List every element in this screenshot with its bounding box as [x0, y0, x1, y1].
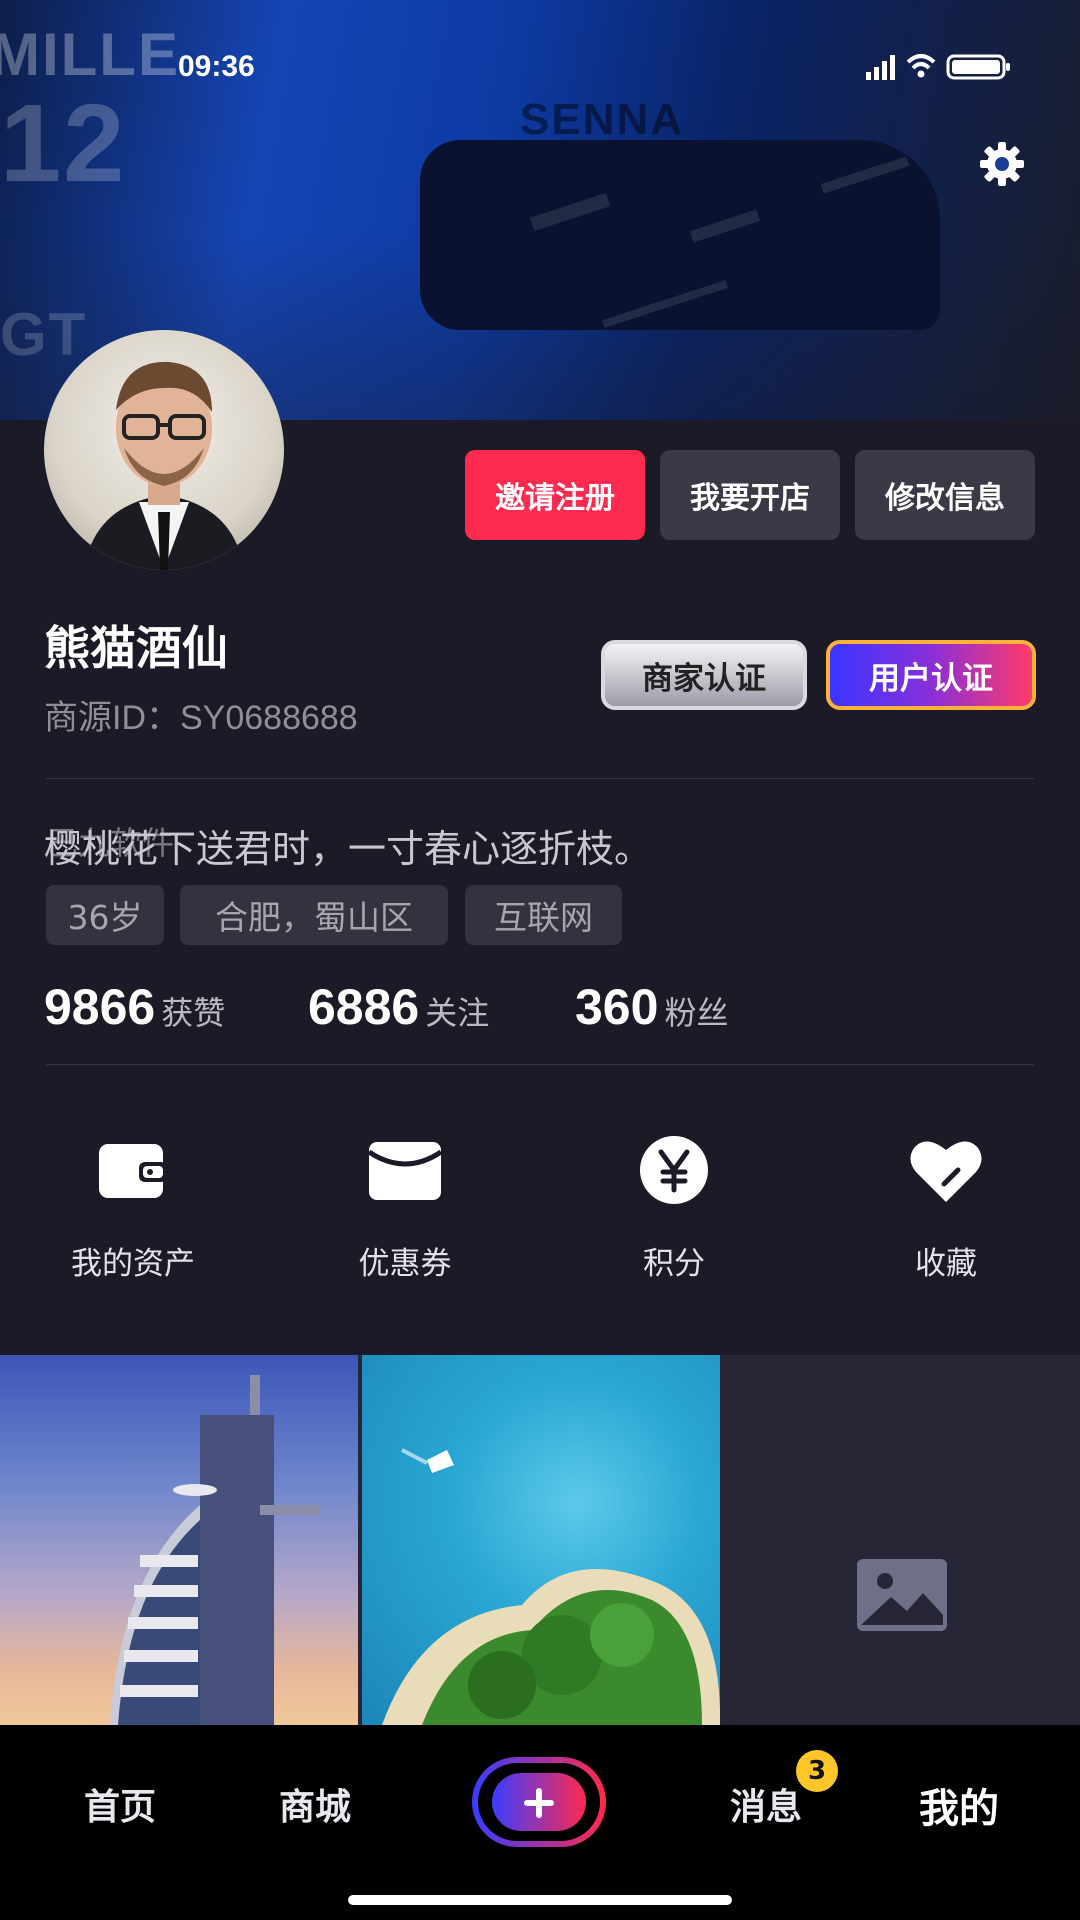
user-portrait [84, 361, 244, 570]
status-time: 09:36 [178, 50, 255, 83]
quick-action-assets-label: 我的资产 [71, 1246, 195, 1282]
create-post-button[interactable] [472, 1757, 606, 1847]
tab-mine[interactable]: 我的 [919, 1776, 999, 1834]
merchant-cert-button[interactable]: 商家认证 [601, 640, 807, 710]
image-placeholder-icon [857, 1559, 947, 1631]
cover-word-senna: SENNA [520, 95, 685, 144]
gallery-photo-burj[interactable] [0, 1355, 358, 1725]
user-cert-button[interactable]: 用户认证 [826, 640, 1036, 710]
stat-followers-value: 360 [575, 979, 659, 1035]
photo-gallery [0, 1355, 1080, 1725]
quick-action-points-label: 积分 [643, 1246, 705, 1282]
stat-likes[interactable]: 9866 获赞 [44, 978, 225, 1036]
divider [46, 778, 1034, 779]
quick-action-favorites-label: 收藏 [915, 1246, 977, 1282]
quick-action-coupons-label: 优惠券 [358, 1246, 452, 1282]
burj-al-arab-photo [110, 1375, 320, 1725]
home-indicator [348, 1895, 732, 1905]
message-badge: 3 [796, 1750, 838, 1792]
avatar[interactable] [44, 330, 284, 570]
stat-followers-label: 粉丝 [664, 994, 729, 1032]
stat-following-label: 关注 [425, 994, 490, 1032]
tag-industry: 互联网 [465, 885, 622, 945]
divider [46, 1064, 1034, 1065]
stat-following[interactable]: 6886 关注 [308, 978, 489, 1036]
user-name: 熊猫酒仙 [44, 621, 228, 675]
wallet-icon [99, 1144, 167, 1198]
quick-action-assets[interactable]: 我的资产 [33, 1130, 233, 1283]
gear-icon [980, 142, 1024, 186]
settings-button[interactable] [978, 140, 1026, 188]
tag-location: 合肥，蜀山区 [180, 885, 448, 945]
tab-home[interactable]: 首页 [84, 1778, 156, 1830]
invite-register-button[interactable]: 邀请注册 [465, 450, 645, 540]
plus-icon [472, 1757, 606, 1847]
cover-word-number: 12 [0, 82, 127, 205]
stat-followers[interactable]: 360 粉丝 [575, 978, 728, 1036]
user-id: 商源ID：SY0688688 [44, 699, 358, 737]
gallery-empty-slot[interactable] [724, 1355, 1080, 1725]
cover-word-mille: MILLE [0, 21, 180, 88]
stat-likes-value: 9866 [44, 979, 156, 1035]
status-icons [866, 52, 1016, 80]
watermark-text: 巴九软件 [46, 824, 175, 862]
stat-likes-label: 获赞 [161, 994, 226, 1032]
cover-word-gt: GT [0, 301, 88, 368]
quick-action-coupons[interactable]: 优惠券 [305, 1130, 505, 1283]
quick-action-points[interactable]: 积分 [574, 1130, 774, 1283]
island-aerial-photo [382, 1448, 720, 1725]
yen-icon [640, 1136, 708, 1204]
open-shop-button[interactable]: 我要开店 [660, 450, 840, 540]
heart-icon [910, 1141, 982, 1202]
gallery-photo-island[interactable] [362, 1355, 720, 1725]
tab-messages[interactable]: 消息 [730, 1778, 802, 1830]
signal-wifi-battery-icon [866, 54, 1010, 80]
tag-age: 36岁 [46, 885, 164, 945]
edit-info-button[interactable]: 修改信息 [855, 450, 1035, 540]
coupon-icon [367, 1142, 443, 1200]
stat-following-value: 6886 [308, 979, 420, 1035]
quick-action-favorites[interactable]: 收藏 [846, 1130, 1046, 1283]
tab-mall[interactable]: 商城 [279, 1778, 351, 1830]
